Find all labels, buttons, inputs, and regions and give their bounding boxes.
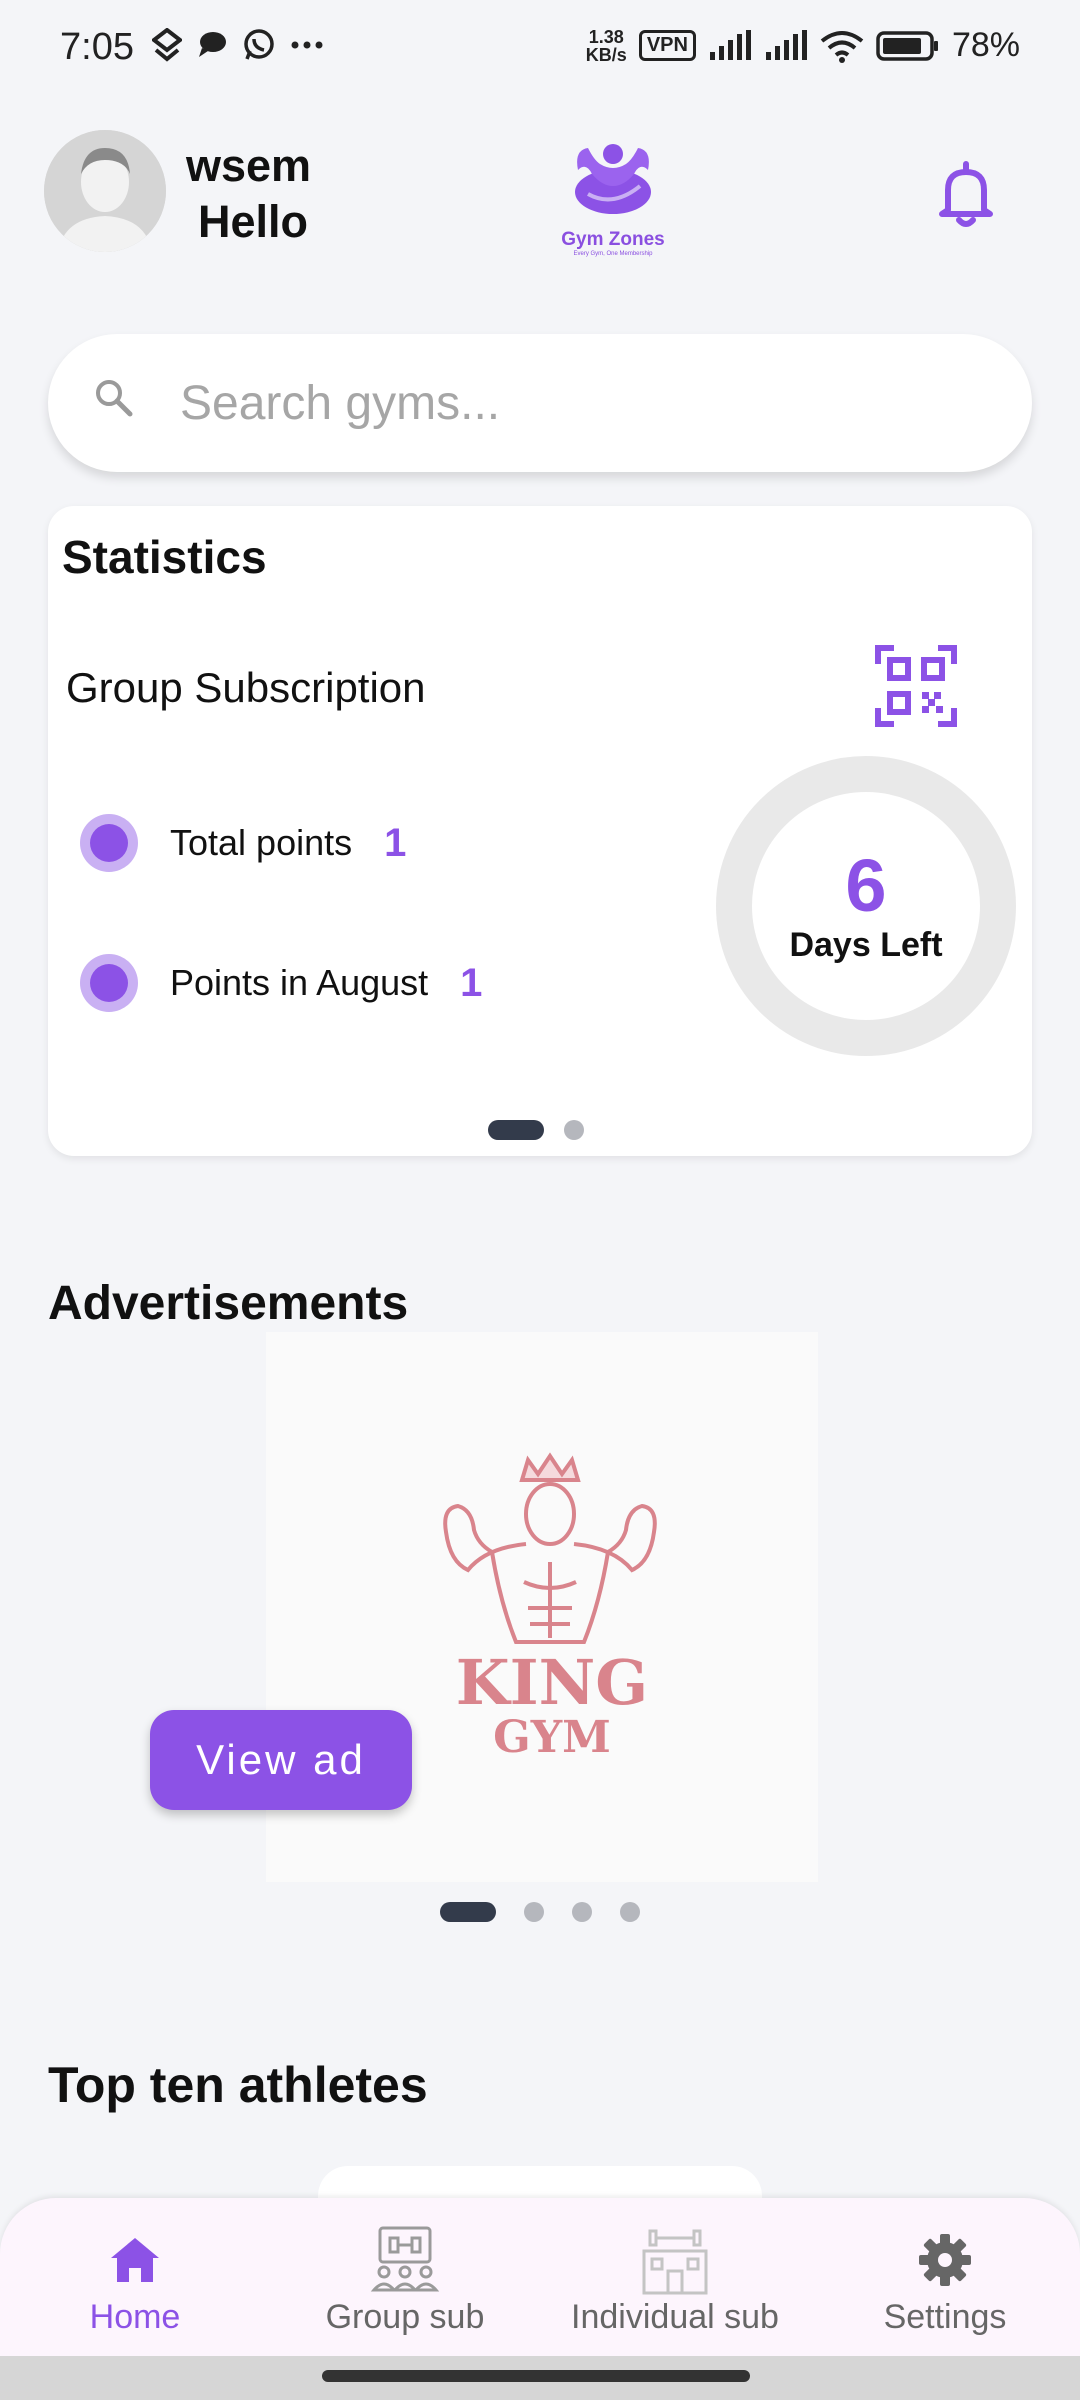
chat-icon [199, 32, 226, 57]
avatar[interactable] [44, 130, 166, 252]
pager-dot-active[interactable] [488, 1120, 544, 1140]
ad-logo-line-1: KING [456, 1646, 649, 1719]
notifications-button[interactable] [936, 158, 996, 228]
gear-icon [919, 2234, 971, 2286]
status-time: 7:05 [60, 26, 134, 68]
battery-icon [876, 30, 938, 61]
total-points-value: 1 [384, 820, 407, 865]
network-speed-value: 1.38 [588, 26, 624, 47]
pager-dot[interactable] [572, 1902, 592, 1922]
whatsapp-icon [244, 29, 274, 60]
nav-group-sub[interactable]: Group sub [280, 2226, 530, 2337]
username: wsem [186, 140, 312, 191]
status-bar: 7:05 1.38 KB/s VPN 78% [0, 0, 1080, 96]
statistics-pager[interactable] [488, 1120, 584, 1140]
days-left-value: 6 [845, 843, 887, 927]
total-points-row: Total points 1 [80, 814, 406, 872]
nav-settings-label: Settings [883, 2298, 1007, 2336]
ad-logo-line-2: GYM [493, 1712, 611, 1763]
bullet-icon [80, 954, 138, 1012]
search-icon [96, 380, 133, 417]
signal-icon-2 [765, 29, 807, 60]
home-indicator[interactable] [322, 2370, 750, 2382]
pager-dot-active[interactable] [440, 1902, 496, 1922]
vpn-badge: VPN [638, 30, 696, 61]
ads-pager[interactable] [440, 1902, 640, 1922]
month-points-label: Points in August [170, 962, 429, 1003]
month-points-row: Points in August 1 [80, 954, 482, 1012]
qr-code-button[interactable] [874, 644, 958, 728]
greeting: wsem Hello [186, 138, 311, 250]
nav-individual-sub-label: Individual sub [571, 2298, 779, 2336]
individual-sub-icon [642, 2229, 708, 2295]
gym-logo-icon [575, 144, 651, 214]
gym-zones-logo: Gym Zones Every Gym, One Membership [548, 130, 678, 260]
user-avatar-icon [44, 130, 166, 252]
advertisements-title: Advertisements [48, 1277, 409, 1330]
app-notification-icon [152, 28, 182, 62]
bell-icon [939, 161, 993, 227]
wifi-icon [820, 30, 864, 63]
statistics-card[interactable]: Statistics Group Subscription Total poin… [48, 506, 1032, 1156]
pager-dot[interactable] [564, 1120, 584, 1140]
home-icon [111, 2238, 159, 2282]
pager-dot[interactable] [524, 1902, 544, 1922]
logo-tagline: Every Gym, One Membership [573, 251, 653, 257]
search-input[interactable] [180, 364, 980, 442]
search-bar[interactable] [48, 334, 1032, 472]
king-gym-logo: KING GYM [443, 1452, 657, 1763]
group-sub-icon [370, 2226, 440, 2292]
qr-code-icon [875, 645, 957, 727]
month-points-value: 1 [460, 960, 483, 1005]
view-ad-button[interactable]: View ad [150, 1710, 412, 1810]
nav-home-label: Home [89, 2298, 181, 2336]
status-notification-icons [152, 28, 324, 62]
battery-percent: 78% [951, 26, 1020, 64]
nav-home[interactable]: Home [10, 2226, 260, 2337]
status-system-icons: 1.38 KB/s VPN 78% [586, 26, 1020, 65]
statistics-title: Statistics [62, 531, 267, 583]
bullet-icon [80, 814, 138, 872]
logo-text: Gym Zones [561, 229, 665, 250]
pager-dot[interactable] [620, 1902, 640, 1922]
bottom-navigation: Home Group sub Individual sub Settings [0, 2198, 1080, 2356]
nav-settings[interactable]: Settings [820, 2226, 1070, 2337]
subscription-type: Group Subscription [66, 664, 426, 711]
nav-group-sub-label: Group sub [325, 2298, 485, 2336]
network-speed: 1.38 KB/s [586, 28, 627, 64]
more-notifications-icon [291, 41, 323, 49]
network-speed-unit: KB/s [585, 44, 627, 65]
total-points-label: Total points [170, 822, 353, 863]
nav-individual-sub[interactable]: Individual sub [550, 2226, 800, 2337]
signal-icon [709, 29, 751, 60]
days-left-label: Days Left [789, 925, 943, 964]
top-athletes-title: Top ten athletes [48, 2057, 428, 2113]
days-left-ring: 6 Days Left [716, 756, 1016, 1056]
greeting-text: Hello [198, 196, 309, 247]
